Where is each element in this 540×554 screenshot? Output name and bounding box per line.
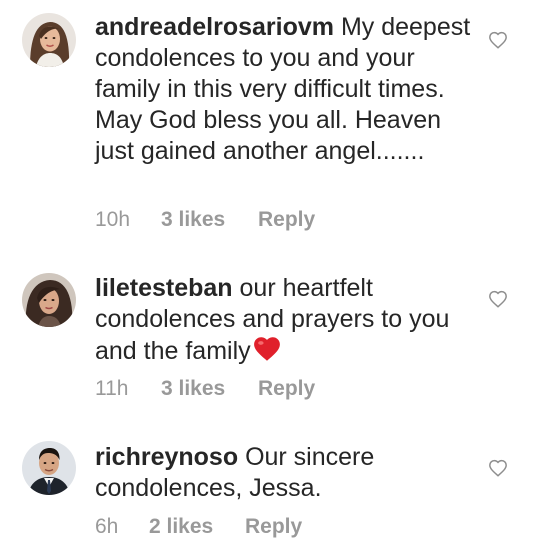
comment-body: andreadelrosariovm My deepest condolence… [95,12,475,167]
heart-outline-icon[interactable] [488,290,508,308]
comment-likes[interactable]: 2 likes [149,514,245,540]
comment-likes[interactable]: 3 likes [161,207,258,233]
reply-button[interactable]: Reply [258,207,315,233]
comment-likes[interactable]: 3 likes [161,376,258,402]
avatar[interactable] [22,441,76,495]
comment-meta: 10h 3 likes Reply [95,207,315,233]
comment-username[interactable]: richreynoso [95,443,238,471]
comment-item: richreynoso Our sincere condolences, Jes… [0,410,540,554]
profile-photo-man-suit-icon [22,441,76,495]
red-heart-emoji-icon [253,337,280,361]
comment-item: andreadelrosariovm My deepest condolence… [0,0,540,250]
comment-time: 6h [95,515,119,538]
comment-username[interactable]: liletesteban [95,274,233,302]
reply-button[interactable]: Reply [245,514,302,540]
comment-body: liletesteban our heartfelt condolences a… [95,273,475,367]
heart-outline-icon[interactable] [488,31,508,49]
comment-meta: 6h 2 likes Reply [95,514,302,540]
comment-body: richreynoso Our sincere condolences, Jes… [95,442,475,504]
comment-username[interactable]: andreadelrosariovm [95,13,334,41]
heart-outline-icon[interactable] [488,459,508,477]
avatar[interactable] [22,273,76,327]
profile-photo-woman-dark-hair-icon [22,273,76,327]
comment-time: 11h [95,377,129,400]
comment-item: liletesteban our heartfelt condolences a… [0,250,540,410]
profile-photo-woman-long-hair-icon [22,13,76,67]
comment-time: 10h [95,208,131,231]
avatar[interactable] [22,13,76,67]
comment-meta: 11h 3 likes Reply [95,376,315,402]
reply-button[interactable]: Reply [258,376,315,402]
